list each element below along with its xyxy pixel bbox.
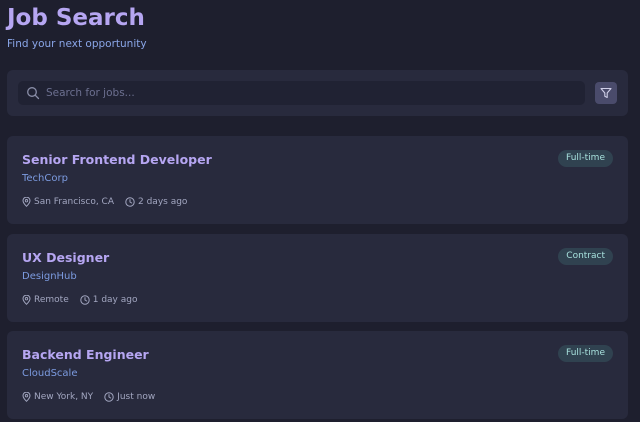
job-posted-text: Just now [117,392,156,402]
job-posted: Just now [104,392,155,402]
filter-icon [600,87,612,99]
job-location-text: Remote [34,295,69,305]
job-location: San Francisco, CA [22,197,114,207]
job-posted-text: 2 days ago [138,197,188,207]
location-pin-icon [22,392,31,402]
job-title[interactable]: UX Designer [22,250,109,265]
job-posted: 1 day ago [80,295,138,305]
filter-button[interactable] [595,82,617,104]
search-input[interactable] [46,83,576,103]
job-posted: 2 days ago [125,197,187,207]
job-card[interactable]: UX Designer DesignHub Remote 1 day ago C… [7,234,628,322]
location-pin-icon [22,197,31,207]
search-icon [27,87,40,100]
job-posted-text: 1 day ago [92,295,138,305]
job-company[interactable]: DesignHub [22,271,77,282]
job-meta: Remote 1 day ago [22,295,148,305]
job-search-page: Job Search Find your next opportunity Se… [0,0,640,422]
job-title[interactable]: Backend Engineer [22,347,149,362]
job-location-text: New York, NY [34,392,94,402]
job-type-badge: Full-time [558,150,613,167]
job-location-text: San Francisco, CA [34,197,114,207]
location-pin-icon [22,295,31,305]
search-box[interactable] [18,81,585,105]
job-company[interactable]: TechCorp [22,173,68,184]
job-location: Remote [22,295,69,305]
job-type-badge: Contract [558,248,613,265]
job-title[interactable]: Senior Frontend Developer [22,152,212,167]
clock-icon [80,295,90,305]
job-meta: New York, NY Just now [22,392,166,402]
job-card[interactable]: Backend Engineer CloudScale New York, NY… [7,331,628,419]
job-type-badge: Full-time [558,345,613,362]
clock-icon [125,197,135,207]
job-card[interactable]: Senior Frontend Developer TechCorp San F… [7,136,628,224]
clock-icon [104,392,114,402]
job-location: New York, NY [22,392,93,402]
search-panel [7,70,628,116]
job-company[interactable]: CloudScale [22,368,77,379]
page-subtitle: Find your next opportunity [7,38,147,50]
page-title: Job Search [7,5,145,31]
job-meta: San Francisco, CA 2 days ago [22,197,198,207]
